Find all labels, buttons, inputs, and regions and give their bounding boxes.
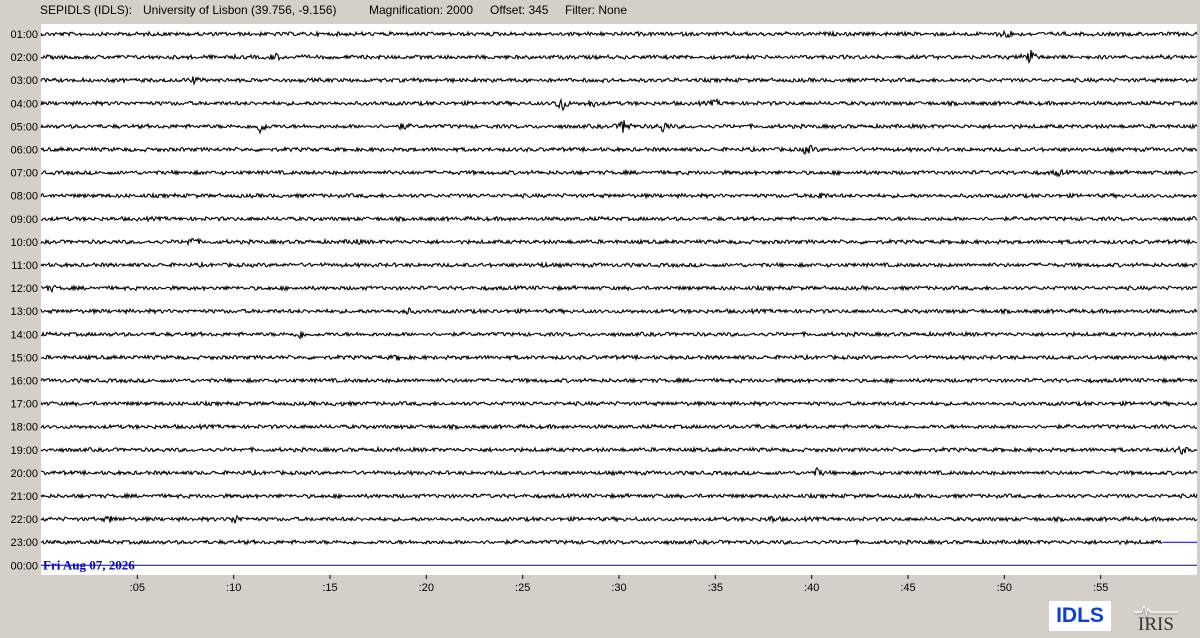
row-label: 19:00 xyxy=(10,445,38,457)
row-label: 10:00 xyxy=(10,237,38,249)
row-label: 02:00 xyxy=(10,52,38,64)
row-label: 08:00 xyxy=(10,191,38,203)
filter-readout: Filter: None xyxy=(565,3,628,17)
row-label: 16:00 xyxy=(10,376,38,388)
x-tick-label: :20 xyxy=(419,582,434,594)
iris-logo-text: IRIS xyxy=(1138,614,1174,634)
idls-logo: IDLS xyxy=(1049,601,1111,631)
x-tick-label: :10 xyxy=(226,582,241,594)
plot-area xyxy=(41,24,1197,575)
row-label: 13:00 xyxy=(10,306,38,318)
row-label: 23:00 xyxy=(10,537,38,549)
row-label: 20:00 xyxy=(10,468,38,480)
x-tick-label: :15 xyxy=(322,582,337,594)
row-label: 18:00 xyxy=(10,422,38,434)
magnification-readout: Magnification: 2000 xyxy=(369,3,474,17)
row-label: 14:00 xyxy=(10,329,38,341)
x-tick-label: :30 xyxy=(611,582,626,594)
x-tick-label: :45 xyxy=(900,582,915,594)
iris-logo: IRIS xyxy=(1130,596,1182,634)
row-label: 15:00 xyxy=(10,352,38,364)
header-bar: SEPIDLS (IDLS): University of Lisbon (39… xyxy=(0,0,1200,22)
helicorder-plot: 01:00 02:00 03:00 04:00 05:00 06:00 07:00 08:00… xyxy=(10,24,1198,594)
row-label: 22:00 xyxy=(10,514,38,526)
row-label: 21:00 xyxy=(10,491,38,503)
x-tick-label: :35 xyxy=(708,582,723,594)
x-tick-label: :05 xyxy=(130,582,145,594)
x-tick-label: :50 xyxy=(997,582,1012,594)
station-code: SEPIDLS (IDLS): xyxy=(40,3,133,17)
row-label: 17:00 xyxy=(10,399,38,411)
row-label: 03:00 xyxy=(10,75,38,87)
row-label: 12:00 xyxy=(10,283,38,295)
x-tick-label: :55 xyxy=(1093,582,1108,594)
row-label: 05:00 xyxy=(10,121,38,133)
x-tick-label: :40 xyxy=(804,582,819,594)
date-label: Fri Aug 07, 2026 xyxy=(43,557,135,572)
row-label: 07:00 xyxy=(10,168,38,180)
row-label: 01:00 xyxy=(10,29,38,41)
row-label: 04:00 xyxy=(10,98,38,110)
row-label: 00:00 xyxy=(10,560,38,572)
row-label: 11:00 xyxy=(11,260,38,272)
row-label: 09:00 xyxy=(10,214,38,226)
row-label: 06:00 xyxy=(10,145,38,157)
offset-readout: Offset: 345 xyxy=(490,3,549,17)
x-tick-label: :25 xyxy=(515,582,530,594)
idls-logo-text: IDLS xyxy=(1056,604,1104,627)
station-location: University of Lisbon (39.756, -9.156) xyxy=(143,3,337,17)
